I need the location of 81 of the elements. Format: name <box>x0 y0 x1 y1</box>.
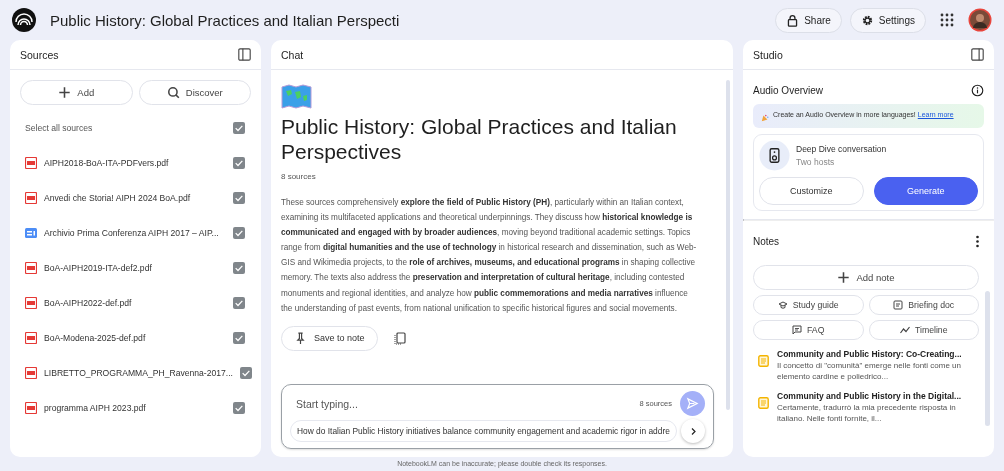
suggested-question[interactable]: How do Italian Public History initiatives balance community engagement and academic rigor in addre <box>290 420 677 442</box>
send-icon <box>686 397 699 410</box>
collapse-panel-icon[interactable] <box>238 48 251 61</box>
checkbox[interactable] <box>233 401 245 414</box>
panel-title: Studio <box>753 48 783 61</box>
document-icon <box>893 300 904 310</box>
plus-icon <box>58 86 72 99</box>
checkmark-icon <box>234 123 244 133</box>
note-preview: Il concetto di "comunità" emerge nelle fonti come un elemento cardine e poliedrico... <box>777 360 962 382</box>
pdf-file-icon <box>25 331 37 344</box>
save-to-note-button[interactable]: Save to note <box>281 325 378 351</box>
search-icon <box>166 86 180 99</box>
source-name[interactable]: Anvedi che Storia! AIPH 2024 BoA.pdf <box>44 192 226 203</box>
collapse-panel-icon[interactable] <box>971 48 984 61</box>
add-note-button[interactable]: Add note <box>753 265 979 290</box>
select-all-label: Select all sources <box>25 123 94 133</box>
checkbox[interactable] <box>233 191 245 204</box>
note-title[interactable]: Community and Public History: Co-Creating... <box>777 349 977 359</box>
pdf-file-icon <box>25 156 37 169</box>
panel-title: Chat <box>281 48 304 61</box>
speaker-icon <box>759 140 790 171</box>
info-icon[interactable] <box>971 83 984 97</box>
pdf-file-icon <box>25 296 37 309</box>
settings-icon <box>860 13 874 27</box>
send-button[interactable] <box>680 391 705 416</box>
card-title: Deep Dive conversation <box>796 144 887 154</box>
pdf-file-icon <box>25 366 37 379</box>
chat-icon <box>792 325 803 335</box>
panel-title: Sources <box>20 48 59 61</box>
pin-icon <box>294 331 307 345</box>
checkbox[interactable] <box>233 226 245 239</box>
trend-line-icon <box>900 325 910 335</box>
source-name[interactable]: BoA-AIPH2019-ITA-def2.pdf <box>44 262 226 273</box>
checkbox[interactable] <box>233 122 245 134</box>
summary-text: These sources comprehensively explore the field of Public History (PH), particularly within an Italian context, examining its multifaceted applications and theoretical underpinnings. They discuss how historical knowledge is communicated and engaged with by broader audiences, moving beyond traditional academic settings. Topics range from digital humanities and the use of technology in historical research and dissemination, such as Web-GIS and Wikimedia projects, to the role of archives, museums, and educational programs in shaping collective memory. The texts also address the preservation and interpretation of cultural heritage, including contested monuments and regional identities, and analyze how public commemorations and media narratives influence the understanding of past events, from national unification to specific historical figures and social movements. <box>281 197 698 315</box>
party-icon <box>761 114 769 122</box>
checkbox[interactable] <box>233 296 245 309</box>
checkbox[interactable] <box>233 261 245 274</box>
settings-button[interactable]: Settings <box>849 7 926 33</box>
source-name[interactable]: Archivio Prima Conferenza AIPH 2017 – AIP... <box>44 227 226 238</box>
share-button[interactable]: Share <box>775 7 842 33</box>
source-count: 8 sources <box>281 172 317 181</box>
notebook-heading: Public History: Global Practices and Italian Perspectives <box>281 114 678 164</box>
note-tool-button[interactable]: FAQ <box>753 320 864 340</box>
next-button[interactable] <box>681 419 705 443</box>
note-title[interactable]: Community and Public History in the Digital... <box>777 391 977 401</box>
pdf-file-icon <box>25 401 37 414</box>
lock-icon <box>786 13 800 27</box>
checkbox[interactable] <box>233 331 245 344</box>
graduation-cap-icon <box>777 300 788 310</box>
pdf-file-icon <box>25 261 37 274</box>
document-icon <box>25 226 37 239</box>
customize-button[interactable]: Customize <box>759 177 864 205</box>
source-name[interactable]: BoA-Modena-2025-def.pdf <box>44 332 226 343</box>
checkbox[interactable] <box>240 366 252 379</box>
chat-input-field[interactable]: Start typing... <box>290 397 632 410</box>
notebook-title: Public History: Global Practices and Italian Perspecti <box>50 11 401 29</box>
discover-button[interactable]: Discover <box>138 80 251 105</box>
copy-icon[interactable] <box>393 331 406 345</box>
source-name[interactable]: BoA-AIPH2022-def.pdf <box>44 297 226 308</box>
card-subtitle: Two hosts <box>796 157 836 167</box>
note-tool-button[interactable]: Timeline <box>868 320 979 340</box>
avatar[interactable] <box>968 8 992 32</box>
logo-icon[interactable] <box>12 8 36 32</box>
note-icon <box>758 397 769 409</box>
section-title: Notes <box>753 235 780 247</box>
source-name[interactable]: LIBRETTO_PROGRAMMA_PH_Ravenna-2017... <box>44 367 233 378</box>
note-preview: Certamente, tradurrò la mia precedente risposta in italiano. Nelle fonti fornite, il... <box>777 402 957 424</box>
note-tool-button[interactable]: Briefing doc <box>868 295 979 315</box>
note-icon <box>758 355 769 367</box>
generate-button[interactable]: Generate <box>873 177 978 205</box>
map-icon <box>281 84 312 110</box>
plus-icon <box>837 271 851 284</box>
add-source-button[interactable]: Add <box>20 80 133 105</box>
note-tool-button[interactable]: Study guide <box>753 295 864 315</box>
pdf-file-icon <box>25 191 37 204</box>
source-name[interactable]: programma AIPH 2023.pdf <box>44 402 226 413</box>
source-name[interactable]: AIPH2018-BoA-ITA-PDFvers.pdf <box>44 157 226 168</box>
checkbox[interactable] <box>233 156 245 169</box>
apps-icon[interactable] <box>940 13 954 27</box>
section-title: Audio Overview <box>753 84 824 96</box>
